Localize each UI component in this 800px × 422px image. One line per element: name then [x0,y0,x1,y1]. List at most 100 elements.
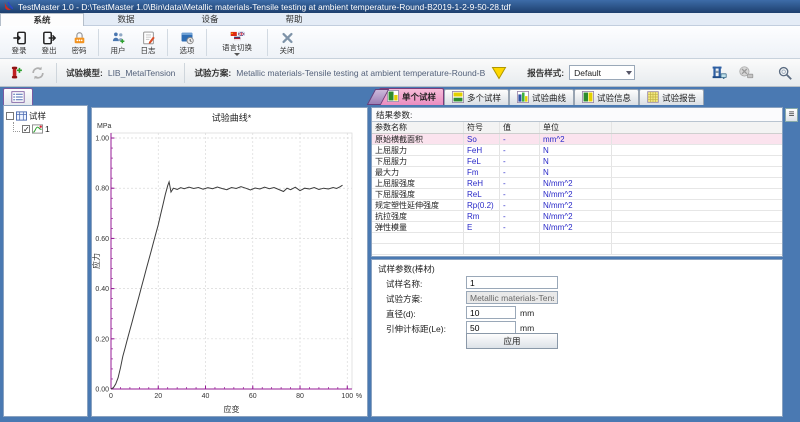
test-scheme-input[interactable] [466,291,558,304]
specimen-table-icon [16,111,27,121]
tab-label: 单个试样 [402,91,436,103]
ribbon-button-label: 登录 [12,47,27,54]
language-switch-button[interactable]: 语言切换 [211,27,263,58]
chevron-down-icon [626,71,632,75]
tree-item-specimen-1[interactable]: ✓ 1 [6,122,85,135]
cell [612,167,782,177]
report-style-select[interactable]: Default [569,65,635,80]
specimen-root-checkbox[interactable] [6,112,14,120]
login-button[interactable]: 登录 [4,27,34,58]
refresh-icon[interactable] [29,64,47,82]
tree-root-label: 试样 [29,110,46,122]
close-button[interactable]: 关闭 [272,27,302,58]
svg-text:0.20: 0.20 [95,336,109,343]
options-button[interactable]: 选项 [172,27,202,58]
ribbon-button-label: 登出 [42,47,57,54]
cell: 参数名称 [372,122,464,133]
table-row-empty[interactable] [372,244,782,255]
cell: 单位 [540,122,612,133]
toolbar-separator [56,63,57,83]
cell: Fm [464,167,500,177]
table-row[interactable]: 下屈服强度ReL-N/mm^2 [372,189,782,200]
table-row[interactable]: 原始横截面积So-mm^2 [372,134,782,145]
cell: 下屈服力 [372,156,464,166]
table-row[interactable]: 最大力Fm-N [372,167,782,178]
users-button[interactable]: 用户 [103,27,133,58]
options-icon [179,31,196,46]
table-row[interactable]: 抗拉强度Rm-N/mm^2 [372,211,782,222]
cell: 原始横截面积 [372,134,464,144]
cell: 抗拉强度 [372,211,464,221]
curve-icon [517,91,529,105]
specimen-form-title: 试样参数(棒材) [378,263,435,275]
svg-text:40: 40 [202,393,210,400]
svg-text:80: 80 [296,393,304,400]
disconnect-icon[interactable] [735,64,757,82]
cell [612,233,782,243]
cell: - [500,211,540,221]
test-scheme-label: 试验方案: [386,293,422,305]
cell: N/mm^2 [540,200,612,210]
ribbon: 登录 登出密码用户日志选项语言切换 关闭 [0,26,800,59]
table-row[interactable]: 上屈服强度ReH-N/mm^2 [372,178,782,189]
cell: 上屈服力 [372,145,464,155]
cell: - [500,156,540,166]
results-panel: 结果参数: 参数名称符号值单位原始横截面积So-mm^2上屈服力FeH-N下屈服… [371,107,783,257]
test-model-label: 试验模型: [66,67,103,79]
table-row[interactable]: 规定塑性延伸强度Rp(0.2)-N/mm^2 [372,200,782,211]
results-title: 结果参数: [372,108,782,122]
menu-tab-数据[interactable]: 数据 [84,13,168,26]
cell [612,200,782,210]
svg-text:60: 60 [249,393,257,400]
cell: N [540,145,612,155]
cell: FeH [464,145,500,155]
cell [500,233,540,243]
tab-test-curve[interactable]: 试验曲线 [509,89,574,105]
tab-multi-specimen[interactable]: 多个试样 [444,89,509,105]
tab-label: 试验报告 [662,92,696,104]
menu-tab-帮助[interactable]: 帮助 [252,13,336,26]
ribbon-separator [206,29,207,56]
menu-tab-设备[interactable]: 设备 [168,13,252,26]
results-menu-button[interactable]: ≡ [785,108,798,122]
logout-button[interactable]: 登出 [34,27,64,58]
tree-root-specimen[interactable]: 试样 [6,109,85,122]
log-button[interactable]: 日志 [133,27,163,58]
specimen-list-tab[interactable] [3,88,33,105]
search-settings-icon[interactable] [776,64,794,82]
password-button[interactable]: 密码 [64,27,94,58]
svg-text:MPa: MPa [97,123,112,130]
cell [612,178,782,188]
apply-button[interactable]: 应用 [466,333,558,349]
table-row-empty[interactable] [372,233,782,244]
cell: So [464,134,500,144]
add-specimen-icon[interactable] [6,64,24,82]
cell [372,233,464,243]
specimen-1-checkbox[interactable]: ✓ [22,125,30,133]
specimen-name-input[interactable] [466,276,558,289]
cell: N/mm^2 [540,189,612,199]
cell: - [500,134,540,144]
tab-test-report[interactable]: 试验报告 [639,89,704,105]
scheme-warning-icon[interactable] [490,64,508,82]
table-row[interactable]: 弹性模量E-N/mm^2 [372,222,782,233]
test-curve-chart: 0204060801000.000.200.400.600.801.00试验曲线… [92,108,367,416]
extensometer-gauge-unit: mm [520,323,534,333]
diameter-input[interactable] [466,306,516,319]
menu-bar: 系统数据设备帮助 [0,13,800,26]
chevron-down-icon [234,53,240,56]
machine-connect-icon[interactable] [708,64,730,82]
tab-single-specimen[interactable]: 单个试样 [379,88,444,105]
cell: E [464,222,500,232]
logout-icon [41,31,58,46]
ribbon-button-label: 语言切换 [222,44,252,51]
table-row[interactable]: 上屈服力FeH-N [372,145,782,156]
toolbar: 试验模型: LIB_MetalTension 试验方案: Metallic ma… [0,59,800,87]
menu-tab-系统[interactable]: 系统 [0,13,84,26]
users-icon [110,31,127,46]
cell: - [500,145,540,155]
cell [612,122,782,133]
table-row[interactable]: 下屈服力FeL-N [372,156,782,167]
info-icon [582,91,594,105]
tab-test-info[interactable]: 试验信息 [574,89,639,105]
